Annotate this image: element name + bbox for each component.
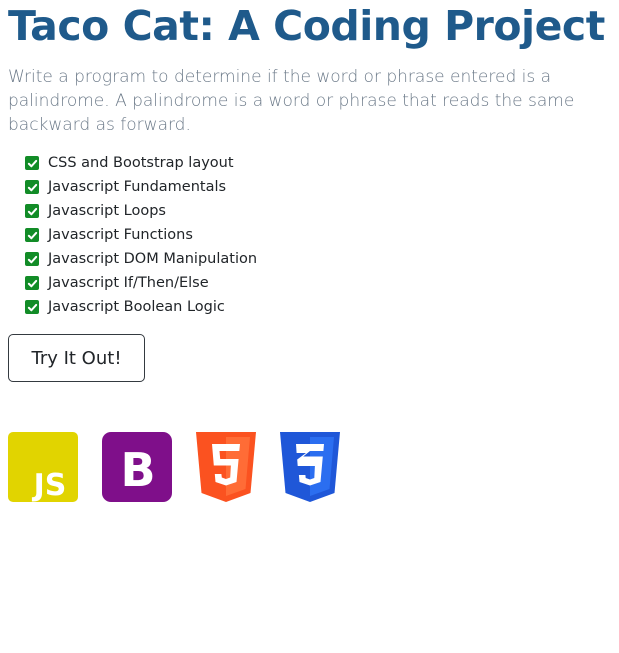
skill-label: CSS and Bootstrap layout bbox=[48, 155, 234, 171]
checkmark-icon bbox=[25, 156, 39, 170]
checkmark-icon bbox=[25, 180, 39, 194]
list-item: CSS and Bootstrap layout bbox=[25, 151, 257, 175]
css3-logo-icon bbox=[280, 432, 340, 502]
skill-label: Javascript DOM Manipulation bbox=[48, 251, 258, 267]
bootstrap-logo-icon: B bbox=[102, 432, 172, 502]
skill-label: Javascript Loops bbox=[48, 203, 166, 219]
bootstrap-logo-text: B bbox=[120, 443, 155, 497]
list-item: Javascript Loops bbox=[25, 199, 257, 223]
javascript-logo-text: JS bbox=[32, 468, 67, 502]
checkmark-icon bbox=[25, 276, 39, 290]
checkmark-icon bbox=[25, 252, 39, 266]
project-description: Write a program to determine if the word… bbox=[8, 67, 575, 135]
skill-label: Javascript Boolean Logic bbox=[48, 299, 225, 315]
list-item: Javascript DOM Manipulation bbox=[25, 247, 257, 271]
skill-label: Javascript Functions bbox=[48, 227, 193, 243]
checkmark-icon bbox=[25, 300, 39, 314]
checkmark-icon bbox=[25, 204, 39, 218]
javascript-logo-icon: JS bbox=[8, 432, 78, 502]
skill-label: Javascript If/Then/Else bbox=[48, 275, 209, 291]
skill-label: Javascript Fundamentals bbox=[48, 179, 227, 195]
try-it-out-button[interactable]: Try It Out! bbox=[8, 334, 145, 382]
list-item: Javascript Fundamentals bbox=[25, 175, 257, 199]
list-item: Javascript If/Then/Else bbox=[25, 271, 257, 295]
list-item: Javascript Functions bbox=[25, 223, 257, 247]
skills-list: CSS and Bootstrap layout Javascript Fund… bbox=[25, 151, 257, 319]
checkmark-icon bbox=[25, 228, 39, 242]
page-title: Taco Cat: A Coding Project bbox=[8, 2, 605, 50]
list-item: Javascript Boolean Logic bbox=[25, 295, 257, 319]
html5-logo-icon bbox=[196, 432, 256, 502]
